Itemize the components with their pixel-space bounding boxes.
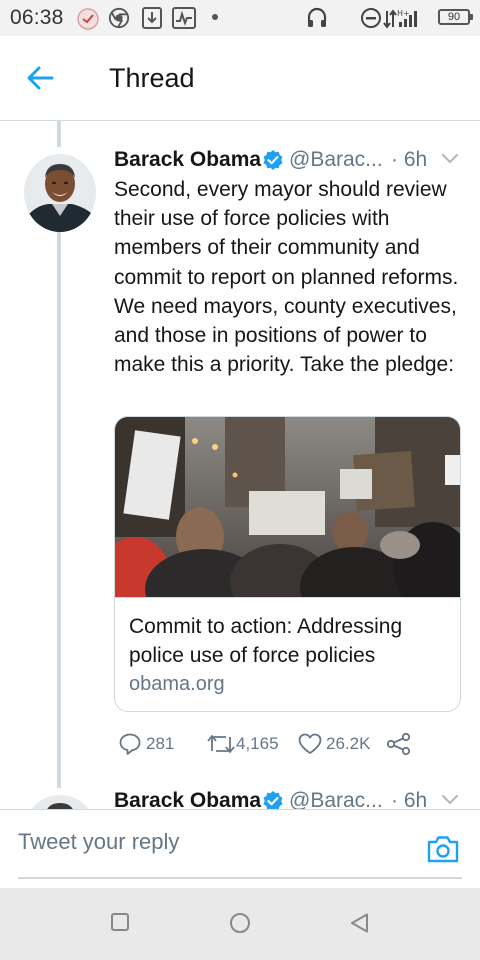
home-icon[interactable] xyxy=(229,912,251,934)
system-nav-bar xyxy=(0,888,480,960)
card-title: Commit to action: Addressing police use … xyxy=(129,615,403,667)
reply-count: 281 xyxy=(146,734,175,753)
tweet-time: · 6h xyxy=(391,148,428,171)
card-image xyxy=(115,417,460,597)
card-divider xyxy=(115,597,460,598)
status-bar: 06:38 H+ 90 xyxy=(0,0,480,36)
avatar-image xyxy=(24,154,96,232)
avatar[interactable] xyxy=(24,154,96,232)
verified-icon xyxy=(263,150,283,170)
signal-icon: H+ xyxy=(383,9,417,29)
tweet-text: Second, every mayor should review their … xyxy=(114,178,459,377)
battery-icon: 90 xyxy=(438,9,473,25)
status-time: 06:38 xyxy=(10,6,64,29)
tweet-actions: 281 4,165 26.2K xyxy=(114,730,464,758)
heart-icon xyxy=(298,733,322,754)
notification-icon xyxy=(77,8,99,30)
page-title: Thread xyxy=(109,63,195,93)
link-card[interactable]: Commit to action: Addressing police use … xyxy=(114,416,461,712)
reply-button[interactable]: 281 xyxy=(118,730,190,758)
chevron-down-icon[interactable] xyxy=(440,152,460,166)
retweet-button[interactable]: 4,165 xyxy=(206,730,286,758)
thread-connector xyxy=(57,232,61,788)
retweet-icon xyxy=(207,735,235,753)
activity-icon xyxy=(172,7,196,29)
share-button[interactable] xyxy=(386,730,414,758)
svg-text:H+: H+ xyxy=(397,9,410,18)
download-icon xyxy=(142,7,162,29)
recents-icon[interactable] xyxy=(110,912,130,932)
reply-underline xyxy=(18,877,462,879)
chevron-down-icon[interactable] xyxy=(440,793,460,807)
dot-icon xyxy=(212,14,218,20)
like-count: 26.2K xyxy=(326,734,371,753)
reply-input[interactable] xyxy=(18,824,418,860)
reply-icon xyxy=(119,733,141,755)
thread-connector-top xyxy=(57,121,61,147)
headset-icon xyxy=(307,7,327,27)
retweet-count: 4,165 xyxy=(236,734,279,753)
author-name[interactable]: Barack Obama xyxy=(114,148,261,172)
reply-bar xyxy=(0,809,480,888)
dnd-icon xyxy=(361,8,381,28)
back-arrow-icon xyxy=(27,66,54,90)
camera-button[interactable] xyxy=(426,833,460,865)
app-header: Thread xyxy=(0,36,480,121)
share-icon xyxy=(386,732,411,756)
like-button[interactable]: 26.2K xyxy=(297,730,379,758)
back-nav-icon[interactable] xyxy=(349,912,371,934)
card-domain: obama.org xyxy=(129,673,225,695)
chrome-icon xyxy=(108,7,130,29)
tweet-header: Barack Obama @Barac... · 6h xyxy=(114,148,464,174)
author-handle: @Barac... xyxy=(289,148,383,171)
back-button[interactable] xyxy=(24,62,60,94)
camera-icon xyxy=(427,836,459,863)
